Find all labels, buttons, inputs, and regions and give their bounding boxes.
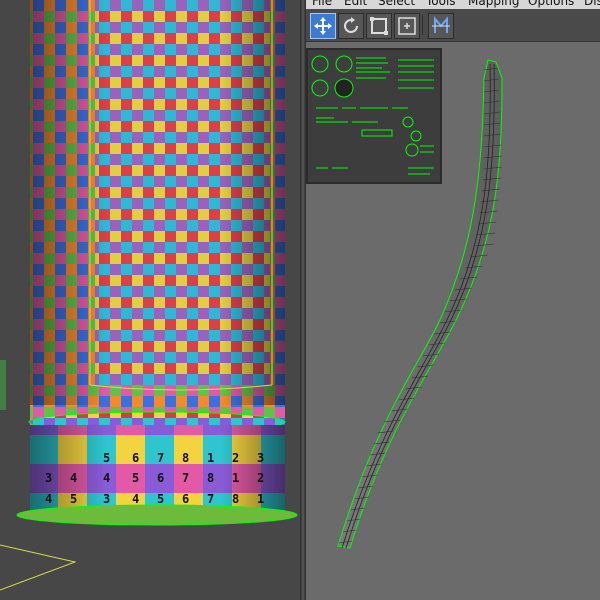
digit-label: 5 — [157, 492, 164, 506]
digit-label: 3 — [103, 492, 110, 506]
digit-label: 5 — [70, 492, 77, 506]
digit-label: 8 — [207, 471, 214, 485]
digit-label: 5 — [132, 471, 139, 485]
digit-label: 6 — [132, 451, 139, 465]
digit-label: 2 — [257, 471, 264, 485]
digit-label: 5 — [103, 451, 110, 465]
digit-label: 4 — [132, 492, 139, 506]
digit-label: 4 — [70, 471, 77, 485]
digit-label: 4 — [45, 492, 52, 506]
digit-label: 3 — [257, 451, 264, 465]
digit-label: 1 — [232, 471, 239, 485]
perspective-viewport[interactable]: 5 6 7 8 1 2 3 4 5 6 7 8 1 2 3 4 5 6 7 8 … — [0, 0, 300, 600]
digit-label: 4 — [103, 471, 110, 485]
digit-label: 1 — [257, 492, 264, 506]
uv-editor-window: File Edit Select Tools Mapping Options D… — [306, 0, 600, 600]
digit-label: 7 — [182, 471, 189, 485]
digit-label: 6 — [182, 492, 189, 506]
digit-label: 1 — [207, 451, 214, 465]
digit-label: 8 — [232, 492, 239, 506]
digit-label: 7 — [157, 451, 164, 465]
digit-label: 3 — [45, 471, 52, 485]
viewport-scene: 5 6 7 8 1 2 3 4 5 6 7 8 1 2 3 4 5 6 7 8 … — [0, 0, 298, 591]
digit-label: 7 — [207, 492, 214, 506]
digit-label: 2 — [232, 451, 239, 465]
uv-strip-mesh[interactable] — [306, 0, 600, 600]
cylinder-mesh[interactable] — [30, 0, 285, 405]
digit-label: 6 — [157, 471, 164, 485]
digit-label: 8 — [182, 451, 189, 465]
